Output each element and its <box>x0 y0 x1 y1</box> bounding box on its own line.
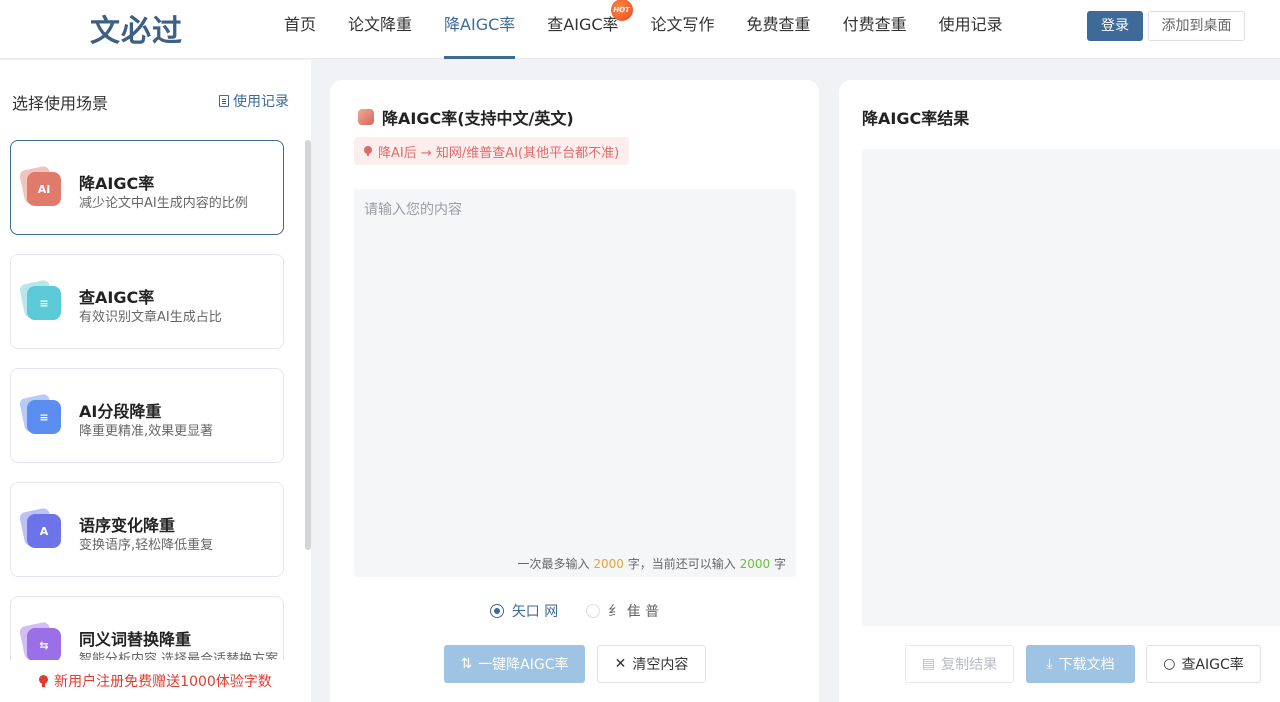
nav-item-4[interactable]: 论文写作 <box>635 0 731 59</box>
scene-title: 查AIGC率 <box>79 288 155 307</box>
scene-title: 同义词替换降重 <box>79 630 192 649</box>
promo-text: 新用户注册免费赠送1000体验字数 <box>54 674 272 690</box>
scene-card[interactable]: ≡ 查AIGC率有效识别文章AI生成占比 <box>10 254 284 349</box>
search-icon: ○ <box>1163 656 1176 672</box>
check-aigc-button[interactable]: ○ 查AIGC率 <box>1146 645 1261 683</box>
scene-card[interactable]: ≡ AI分段降重降重更精准,效果更显著 <box>10 368 284 463</box>
close-icon: ✕ <box>614 656 627 672</box>
check-aigc-label: 查AIGC率 <box>1181 657 1244 673</box>
usage-records-label: 使用记录 <box>233 94 289 110</box>
location-pin-icon <box>39 675 49 687</box>
login-button[interactable]: 登录 <box>1087 11 1143 41</box>
download-icon: ⤓ <box>1046 656 1053 672</box>
main-nav: 首页 论文降重 降AIGC率 查AIGC率 HOT 论文写作 免费查重 付费查重 使用记录 <box>268 0 1019 59</box>
clear-content-button[interactable]: ✕ 清空内容 <box>597 645 706 683</box>
nav-item-label: 查AIGC率 <box>547 15 619 34</box>
nav-item-0[interactable]: 首页 <box>268 0 332 59</box>
word-order-icon: A <box>27 514 61 548</box>
scene-icon-glyph: ≡ <box>39 296 49 310</box>
sidebar-scrollbar[interactable] <box>305 140 311 550</box>
nav-item-label: 付费查重 <box>842 15 907 34</box>
counter-max: 2000 <box>593 557 624 571</box>
scene-title: AI分段降重 <box>79 402 162 421</box>
scene-icon-glyph: ≡ <box>39 410 49 424</box>
scene-icon-glyph: A <box>39 524 49 538</box>
nav-item-label: 论文降重 <box>348 15 413 34</box>
nav-item-label: 使用记录 <box>938 15 1003 34</box>
content-input[interactable] <box>354 189 796 577</box>
nav-item-1[interactable]: 论文降重 <box>332 0 428 59</box>
download-doc-button[interactable]: ⤓ 下载文档 <box>1026 645 1135 683</box>
panel-title-text: 降AIGC率(支持中文/英文) <box>382 109 574 128</box>
reduce-aigc-button[interactable]: ⇅ 一键降AIGC率 <box>444 645 585 683</box>
nav-item-6[interactable]: 付费查重 <box>827 0 923 59</box>
nav-item-5[interactable]: 免费查重 <box>731 0 827 59</box>
top-header: 文必过 首页 论文降重 降AIGC率 查AIGC率 HOT 论文写作 免费查重 付费查重 使用记… <box>0 0 1280 59</box>
nav-item-2[interactable]: 降AIGC率 <box>428 0 531 59</box>
segment-icon: ≡ <box>27 400 61 434</box>
counter-prefix: 一次最多输入 <box>517 557 590 571</box>
scene-description: 有效识别文章AI生成占比 <box>79 310 222 325</box>
scene-title: 降AIGC率 <box>79 174 155 193</box>
scene-icon-glyph: ⇆ <box>39 638 49 652</box>
platform-radio-group: 矢口 网 纟 隹 普 <box>330 601 819 621</box>
usage-records-link[interactable]: 使用记录 <box>219 91 289 111</box>
synonym-icon: ⇆ <box>27 628 61 660</box>
promo-banner[interactable]: 新用户注册免费赠送1000体验字数 <box>0 660 311 702</box>
nav-item-label: 降AIGC率 <box>444 15 516 34</box>
platform-tip-text: 降AI后 → 知网/维普查AI(其他平台都不准) <box>378 145 620 161</box>
platform-tip: 降AI后 → 知网/维普查AI(其他平台都不准) <box>354 137 630 165</box>
nav-item-label: 论文写作 <box>650 15 715 34</box>
clear-content-label: 清空内容 <box>632 657 689 673</box>
copy-result-button[interactable]: ▤ 复制结果 <box>905 645 1014 683</box>
scene-title: 语序变化降重 <box>79 516 176 535</box>
result-panel: 降AIGC率结果 ▤ 复制结果 ⤓ 下载文档 ○ 查AIGC率 <box>839 80 1280 702</box>
location-pin-icon <box>364 146 372 156</box>
check-aigc-icon: ≡ <box>27 286 61 320</box>
add-to-desktop-button[interactable]: 添加到桌面 <box>1148 11 1245 41</box>
counter-mid: 字，当前还可以输入 <box>627 557 736 571</box>
document-icon: ▤ <box>921 656 936 672</box>
result-title: 降AIGC率结果 <box>862 109 970 128</box>
scene-description: 降重更精准,效果更显著 <box>79 424 214 439</box>
copy-result-label: 复制结果 <box>941 657 998 673</box>
download-doc-label: 下载文档 <box>1058 657 1115 673</box>
scene-description: 变换语序,轻松降低重复 <box>79 538 214 553</box>
platform-radio-1[interactable]: 纟 隹 普 <box>586 601 659 621</box>
sidebar-heading: 选择使用场景 <box>12 94 109 113</box>
swap-icon: ⇅ <box>460 656 473 672</box>
nav-item-label: 首页 <box>284 15 317 34</box>
site-logo[interactable]: 文必过 <box>90 6 183 50</box>
input-panel: 降AIGC率(支持中文/英文) 降AI后 → 知网/维普查AI(其他平台都不准)… <box>330 80 819 702</box>
counter-remaining: 2000 <box>739 557 771 571</box>
counter-suffix: 字 <box>773 557 786 571</box>
scene-icon-glyph: AI <box>37 182 51 196</box>
nav-item-label: 免费查重 <box>746 15 811 34</box>
scene-description: 减少论文中AI生成内容的比例 <box>79 196 248 211</box>
nav-item-3[interactable]: 查AIGC率 HOT <box>531 0 634 59</box>
scene-list: AI 降AIGC率减少论文中AI生成内容的比例 ≡ 查AIGC率有效识别文章AI生成占… <box>10 140 284 660</box>
result-output[interactable] <box>862 149 1280 626</box>
reduce-aigc-label: 一键降AIGC率 <box>478 657 569 673</box>
nav-item-7[interactable]: 使用记录 <box>923 0 1019 59</box>
radio-dot-icon <box>489 604 504 618</box>
scene-sidebar: 选择使用场景 使用记录 AI 降AIGC率减少论文中AI生成内容的比例 ≡ 查AIGC… <box>0 60 311 702</box>
platform-radio-0[interactable]: 矢口 网 <box>489 601 559 621</box>
reduce-aigc-icon <box>358 109 374 125</box>
document-icon <box>219 95 229 107</box>
reduce-aigc-icon: AI <box>27 172 61 206</box>
radio-label: 纟 隹 普 <box>608 604 660 620</box>
scene-card[interactable]: A 语序变化降重变换语序,轻松降低重复 <box>10 482 284 577</box>
hot-badge-icon: HOT <box>610 0 633 21</box>
radio-label: 矢口 网 <box>511 604 559 620</box>
scene-description: 智能分析内容,选择最合适替换方案 <box>79 652 279 660</box>
radio-dot-icon <box>586 604 601 618</box>
scene-card[interactable]: ⇆ 同义词替换降重智能分析内容,选择最合适替换方案 <box>10 596 284 660</box>
scene-card[interactable]: AI 降AIGC率减少论文中AI生成内容的比例 <box>10 140 284 235</box>
panel-title: 降AIGC率(支持中文/英文) <box>358 105 574 129</box>
char-counter: 一次最多输入 2000 字，当前还可以输入 2000 字 <box>518 555 786 572</box>
